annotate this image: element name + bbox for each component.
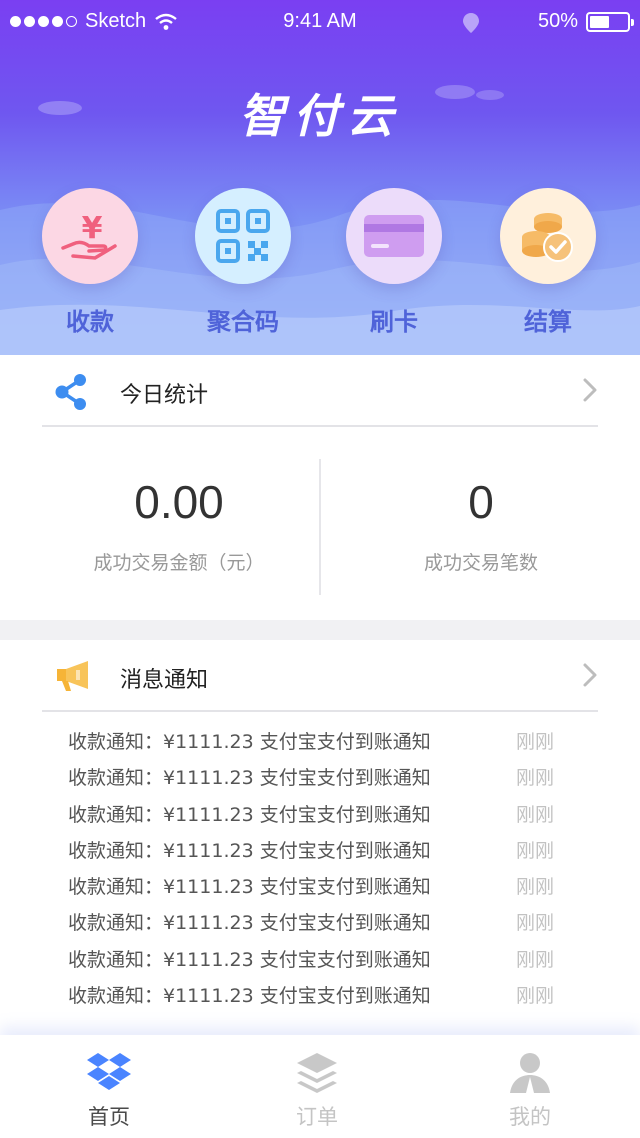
notice-text: 收款通知：¥1111.23 支付宝支付到账通知 bbox=[68, 731, 431, 753]
quick-action-label: 结算 bbox=[524, 308, 572, 336]
share-icon bbox=[55, 374, 86, 410]
notice-text: 收款通知：¥1111.23 支付宝支付到账通知 bbox=[68, 985, 431, 1008]
today-stats-header[interactable]: 今日统计 bbox=[42, 355, 598, 427]
quick-action-label: 聚合码 bbox=[207, 308, 279, 336]
notice-item[interactable]: 收款通知：¥1111.23 支付宝支付到账通知 刚刚 bbox=[68, 833, 554, 869]
tab-label: 我的 bbox=[509, 1105, 551, 1129]
notice-text: 收款通知：¥1111.23 支付宝支付到账通知 bbox=[68, 839, 431, 862]
user-icon bbox=[510, 1053, 550, 1093]
notice-time: 刚刚 bbox=[515, 876, 554, 899]
hand-yuan-icon: ¥ bbox=[61, 211, 117, 260]
notice-text: 收款通知：¥1111.23 支付宝支付到账通知 bbox=[68, 912, 431, 935]
quick-action-qr[interactable]: 聚合码 bbox=[193, 188, 293, 337]
notice-item[interactable]: 收款通知：¥1111.23 支付宝支付到账通知 刚刚 bbox=[68, 797, 554, 833]
tab-label: 首页 bbox=[88, 1105, 130, 1129]
quick-action-card-circle bbox=[346, 188, 442, 284]
tab-label: 订单 bbox=[296, 1105, 338, 1129]
notice-item[interactable]: 收款通知：¥1111.23 支付宝支付到账通知 刚刚 bbox=[68, 760, 554, 796]
tab-home[interactable]: 首页 bbox=[34, 1035, 184, 1138]
battery-icon bbox=[586, 11, 634, 32]
location-icon bbox=[463, 13, 479, 33]
tab-bar: 首页 订单 我的 bbox=[0, 1035, 640, 1138]
quick-action-receive[interactable]: ¥ 收款 bbox=[40, 188, 140, 337]
brand-logo: 智付云 bbox=[239, 89, 401, 143]
amount-value: 0.00 bbox=[134, 476, 224, 528]
notice-item[interactable]: 收款通知：¥1111.23 支付宝支付到账通知 刚刚 bbox=[68, 905, 554, 941]
notice-time: 刚刚 bbox=[515, 912, 554, 935]
notice-time: 刚刚 bbox=[515, 803, 554, 826]
amount-label: 成功交易金额（元） bbox=[93, 552, 265, 574]
quick-action-settle-circle bbox=[500, 188, 596, 284]
chevron-right-icon bbox=[583, 378, 597, 402]
megaphone-icon bbox=[57, 661, 88, 691]
quick-action-label: 收款 bbox=[66, 308, 114, 336]
notice-item[interactable]: 收款通知：¥1111.23 支付宝支付到账通知 刚刚 bbox=[68, 978, 554, 1014]
notice-time: 刚刚 bbox=[515, 767, 554, 790]
today-stats-card: 今日统计 0.00 成功交易金额（元） 0 成功交易笔数 bbox=[0, 355, 640, 620]
quick-action-label: 刷卡 bbox=[370, 308, 418, 336]
notice-time: 刚刚 bbox=[515, 839, 554, 862]
notice-text: 收款通知：¥1111.23 支付宝支付到账通知 bbox=[68, 803, 431, 826]
tab-mine[interactable]: 我的 bbox=[455, 1035, 605, 1138]
notice-text: 收款通知：¥1111.23 支付宝支付到账通知 bbox=[68, 948, 431, 971]
quick-action-settle[interactable]: 结算 bbox=[498, 188, 598, 337]
svg-text:¥: ¥ bbox=[82, 211, 103, 246]
notice-item[interactable]: 收款通知：¥1111.23 支付宝支付到账通知 刚刚 bbox=[68, 724, 554, 760]
status-bar: Sketch 9:41 AM 50% bbox=[0, 0, 640, 44]
dropbox-box-icon bbox=[87, 1053, 131, 1090]
header-banner: Sketch 9:41 AM 50% 智付云 ¥ 收款 聚合码 刷卡 结算 bbox=[0, 0, 640, 355]
quick-action-card[interactable]: 刷卡 bbox=[344, 188, 444, 337]
notice-item[interactable]: 收款通知：¥1111.23 支付宝支付到账通知 刚刚 bbox=[68, 942, 554, 978]
notice-text: 收款通知：¥1111.23 支付宝支付到账通知 bbox=[68, 876, 431, 899]
notice-item[interactable]: 收款通知：¥1111.23 支付宝支付到账通知 刚刚 bbox=[68, 869, 554, 905]
notices-title: 消息通知 bbox=[120, 668, 209, 693]
notice-time: 刚刚 bbox=[515, 985, 554, 1008]
coins-check-icon bbox=[522, 213, 573, 262]
count-label: 成功交易笔数 bbox=[423, 552, 538, 574]
today-stats-title: 今日统计 bbox=[120, 383, 209, 408]
qr-code-icon bbox=[216, 209, 270, 263]
notice-time: 刚刚 bbox=[515, 948, 554, 971]
notice-time: 刚刚 bbox=[515, 731, 554, 753]
count-value: 0 bbox=[468, 476, 494, 528]
tab-orders[interactable]: 订单 bbox=[242, 1035, 392, 1138]
quick-action-qr-circle bbox=[195, 188, 291, 284]
notices-header[interactable]: 消息通知 bbox=[42, 640, 598, 712]
notice-text: 收款通知：¥1111.23 支付宝支付到账通知 bbox=[68, 767, 431, 790]
battery-percent: 50% bbox=[537, 10, 578, 32]
bank-card-icon bbox=[364, 215, 424, 257]
layers-icon bbox=[297, 1053, 337, 1093]
quick-action-receive-circle: ¥ bbox=[42, 188, 138, 284]
notice-list: 收款通知：¥1111.23 支付宝支付到账通知 刚刚 收款通知：¥1111.23… bbox=[68, 724, 554, 1014]
chevron-right-icon bbox=[583, 663, 597, 687]
